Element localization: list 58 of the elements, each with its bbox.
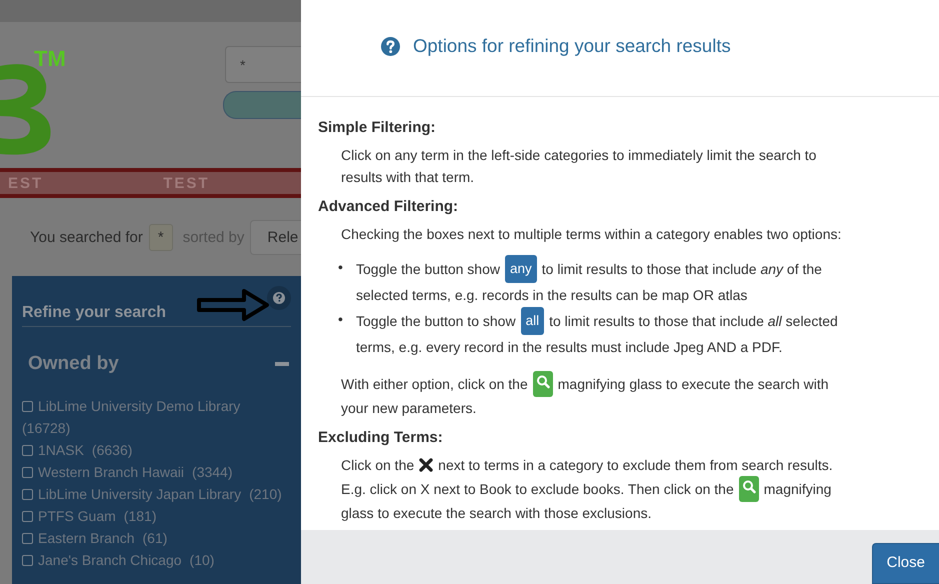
search-icon [738,476,759,502]
checkbox[interactable] [22,533,33,544]
search-icon [532,371,553,397]
facet-count: (10) [190,551,214,570]
section-heading: Advanced Filtering: [318,198,460,215]
checkbox[interactable] [22,401,33,412]
help-text: selected terms, e.g. records in the results can be map OR atlas [356,286,748,305]
facet-count: (61) [142,529,168,548]
search-button[interactable] [223,91,301,119]
help-text: E.g. click on X next to Book to exclude books. Then click on the [341,480,734,499]
facet-label[interactable]: LibLime University Japan Library [38,486,242,502]
bullet-mark: • [337,258,344,277]
summary-text: You searched for [30,228,143,246]
facet-label[interactable]: PTFS Guam [38,508,116,524]
bullet-mark: • [337,310,344,329]
help-text: Toggle the button show [356,260,500,279]
trademark-mark: TM [34,48,66,70]
help-icon[interactable] [267,286,291,310]
help-text: terms, e.g. every record in the results must include Jpeg AND a PDF. [356,338,782,357]
checkbox[interactable] [22,489,33,500]
question-icon [381,36,400,56]
help-text: to limit results to those that include all selected [549,312,838,331]
help-text: With either option, click on the [341,375,528,394]
facet-count: (16728) [22,419,70,438]
help-text: Click on any term in the left-side categories to immediately limit the search to [341,146,816,165]
help-text: to limit results to those that include any of the [542,260,822,279]
sort-select[interactable]: Rele [250,220,301,254]
facet-label[interactable]: Western Branch Hawaii [38,464,184,480]
facet-label[interactable]: Eastern Branch [38,530,134,546]
checkbox[interactable] [22,467,33,478]
sidebar-title: Refine your search [22,304,168,322]
facet-label[interactable]: 1NASK [38,442,84,458]
help-text: your new parameters. [341,399,476,418]
search-field[interactable]: * [225,46,301,83]
facet-label[interactable]: Jane's Branch Chicago [38,552,182,568]
section-title: Owned by [28,353,119,375]
section-heading: Excluding Terms: [318,429,444,446]
help-text: glass to execute the search with those exclusions. [341,504,652,523]
remove-icon [419,458,434,472]
checkbox[interactable] [22,555,33,566]
section-heading: Simple Filtering: [318,119,437,136]
help-text: magnifying glass to execute the search with [558,375,829,394]
help-text: magnifying [764,480,832,499]
facet-count: (6636) [92,441,132,460]
help-text: Toggle the button to show [356,312,516,331]
checkbox[interactable] [22,445,33,456]
query-field: * [148,224,173,250]
checkbox[interactable] [22,511,33,522]
help-text: next to terms in a category to exclude them from search results. [438,456,833,475]
facet-count: (181) [124,507,156,526]
facet-count: (210) [249,485,282,504]
dialog-title: Options for refining your search results [413,35,731,57]
close-button[interactable]: Close [872,543,939,584]
facet-label[interactable]: LibLime University Demo Library [38,398,240,414]
help-text: Checking the boxes next to multiple terms within a category enables two options: [341,225,842,244]
facet-count: (3344) [192,463,232,482]
help-text: results with that term. [341,168,474,187]
help-text: Click on the [341,456,414,475]
